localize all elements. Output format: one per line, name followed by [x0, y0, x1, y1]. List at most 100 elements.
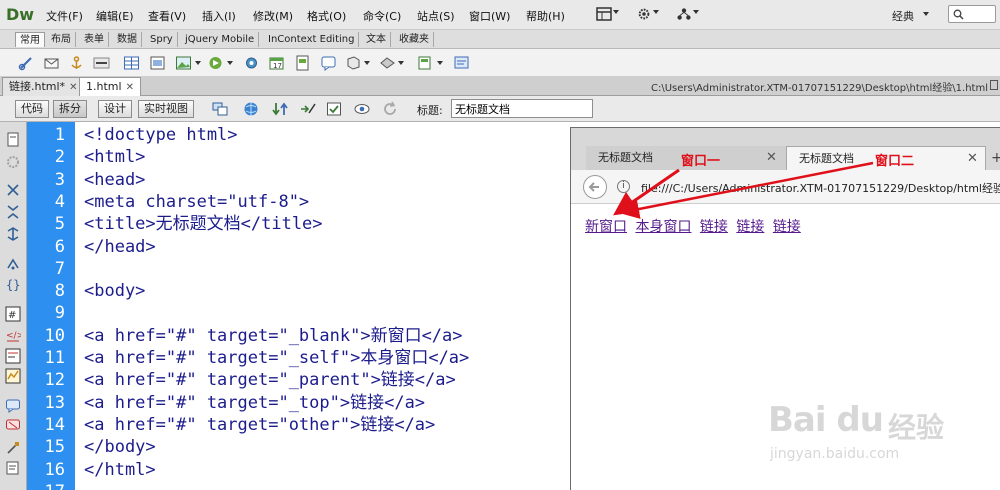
- link-new-window[interactable]: 新窗口: [585, 219, 627, 235]
- layout-icon[interactable]: [596, 7, 612, 21]
- chevron-down-icon[interactable]: [653, 10, 659, 14]
- anchor-icon[interactable]: [68, 55, 85, 71]
- menu-commands[interactable]: 命令(C): [363, 8, 401, 24]
- gear-icon[interactable]: [636, 7, 652, 21]
- code-line[interactable]: <!doctype html>: [84, 124, 238, 146]
- search-input[interactable]: [948, 5, 996, 23]
- syntax-error-icon[interactable]: [5, 368, 21, 384]
- insert-tab-text[interactable]: 文本: [362, 32, 391, 47]
- visual-aids-icon[interactable]: [354, 101, 370, 117]
- comment-icon[interactable]: [320, 55, 337, 71]
- doc-tab-lianjie[interactable]: 链接.html* ✕: [2, 77, 85, 97]
- code-line[interactable]: <a href="#" target="_blank">新窗口</a>: [84, 325, 463, 347]
- file-management-icon[interactable]: [272, 101, 288, 117]
- apply-comment-icon[interactable]: [5, 398, 21, 414]
- code-line[interactable]: <a href="#" target="_top">链接</a>: [84, 392, 425, 414]
- menu-edit[interactable]: 编辑(E): [96, 8, 134, 24]
- chevron-down-icon[interactable]: [923, 12, 929, 16]
- templates-icon[interactable]: [417, 55, 434, 71]
- expand-all-icon[interactable]: [5, 226, 21, 242]
- code-line[interactable]: <body>: [84, 280, 145, 302]
- insert-tab-forms[interactable]: 表单: [80, 32, 109, 47]
- horizontal-rule-icon[interactable]: [93, 55, 110, 71]
- chevron-down-icon[interactable]: [613, 10, 619, 14]
- chevron-down-icon[interactable]: [364, 61, 370, 65]
- remove-comment-icon[interactable]: [5, 418, 21, 434]
- chevron-down-icon[interactable]: [398, 61, 404, 65]
- address-bar[interactable]: file:///C:/Users/Administrator.XTM-01707…: [641, 180, 1000, 196]
- split-view-button[interactable]: 拆分: [53, 100, 87, 118]
- wrap-tag-icon[interactable]: [5, 440, 21, 456]
- menu-view[interactable]: 查看(V): [148, 8, 186, 24]
- insert-tab-spry[interactable]: Spry: [146, 32, 178, 47]
- code-line[interactable]: <head>: [84, 169, 145, 191]
- menu-help[interactable]: 帮助(H): [526, 8, 565, 24]
- live-view-button[interactable]: 实时视图: [138, 100, 194, 118]
- check-page-icon[interactable]: [300, 101, 316, 117]
- code-editor[interactable]: <!doctype html> <html> <head> <meta char…: [75, 122, 570, 490]
- back-button[interactable]: [583, 175, 607, 199]
- email-link-icon[interactable]: [43, 55, 60, 71]
- widget-icon[interactable]: [243, 55, 260, 71]
- refresh-icon[interactable]: [382, 101, 398, 117]
- hyperlink-icon[interactable]: [18, 55, 35, 71]
- restore-window-icon[interactable]: [990, 80, 998, 90]
- insert-tab-jquery-mobile[interactable]: jQuery Mobile: [181, 32, 260, 47]
- title-field[interactable]: [451, 99, 593, 118]
- code-line[interactable]: </body>: [84, 436, 156, 458]
- code-line[interactable]: <html>: [84, 146, 145, 168]
- close-icon[interactable]: ✕: [126, 79, 134, 97]
- chevron-down-icon[interactable]: [227, 61, 233, 65]
- image-icon[interactable]: [175, 55, 192, 71]
- date-icon[interactable]: 17: [268, 55, 285, 71]
- chevron-down-icon[interactable]: [693, 10, 699, 14]
- code-view-button[interactable]: 代码: [15, 100, 49, 118]
- menu-insert[interactable]: 插入(I): [202, 8, 236, 24]
- close-icon[interactable]: ✕: [69, 79, 77, 97]
- code-line[interactable]: <a href="#" target="_self">本身窗口</a>: [84, 347, 469, 369]
- menu-window[interactable]: 窗口(W): [469, 8, 510, 24]
- chevron-down-icon[interactable]: [195, 61, 201, 65]
- word-wrap-icon[interactable]: [5, 348, 21, 364]
- server-include-icon[interactable]: [294, 55, 311, 71]
- close-icon[interactable]: ✕: [967, 147, 978, 171]
- link-other[interactable]: 链接: [773, 219, 801, 235]
- div-icon[interactable]: [149, 55, 166, 71]
- link-self-window[interactable]: 本身窗口: [635, 219, 691, 235]
- tag-chooser-icon[interactable]: [453, 55, 470, 71]
- multiscreen-icon[interactable]: [212, 101, 228, 117]
- insert-tab-data[interactable]: 数据: [113, 32, 142, 47]
- insert-tab-common[interactable]: 常用: [15, 32, 45, 47]
- workspace-switcher[interactable]: 经典: [892, 8, 914, 24]
- line-numbers-icon[interactable]: #: [5, 306, 21, 322]
- info-icon[interactable]: i: [617, 180, 630, 193]
- code-line[interactable]: </head>: [84, 236, 156, 258]
- doc-tab-1html[interactable]: 1.html ✕: [79, 77, 141, 96]
- code-line[interactable]: <a href="#" target="_parent">链接</a>: [84, 369, 456, 391]
- table-icon[interactable]: [123, 55, 140, 71]
- insert-tab-favorites[interactable]: 收藏夹: [395, 32, 434, 47]
- open-documents-icon[interactable]: [5, 132, 21, 148]
- close-icon[interactable]: ✕: [766, 146, 777, 170]
- preview-browser-icon[interactable]: [243, 101, 259, 117]
- menu-site[interactable]: 站点(S): [417, 8, 455, 24]
- code-line[interactable]: <a href="#" target="other">链接</a>: [84, 414, 435, 436]
- chevron-down-icon[interactable]: [437, 61, 443, 65]
- code-line[interactable]: </html>: [84, 459, 156, 481]
- collapse-tag-icon[interactable]: [5, 182, 21, 198]
- link-top[interactable]: 链接: [736, 219, 764, 235]
- select-parent-tag-icon[interactable]: [5, 256, 21, 272]
- menu-file[interactable]: 文件(F): [46, 8, 83, 24]
- code-line[interactable]: <meta charset="utf-8">: [84, 191, 309, 213]
- recent-snippets-icon[interactable]: [5, 460, 21, 476]
- menu-modify[interactable]: 修改(M): [253, 8, 293, 24]
- code-line[interactable]: <title>无标题文档</title>: [84, 213, 323, 235]
- validate-icon[interactable]: [326, 101, 342, 117]
- link-parent[interactable]: 链接: [700, 219, 728, 235]
- design-view-button[interactable]: 设计: [98, 100, 132, 118]
- insert-tab-layout[interactable]: 布局: [47, 32, 76, 47]
- balance-braces-icon[interactable]: {}: [5, 276, 21, 292]
- site-tree-icon[interactable]: [676, 7, 692, 21]
- highlight-invalid-code-icon[interactable]: </>: [5, 328, 21, 344]
- collapse-selection-icon[interactable]: [5, 204, 21, 220]
